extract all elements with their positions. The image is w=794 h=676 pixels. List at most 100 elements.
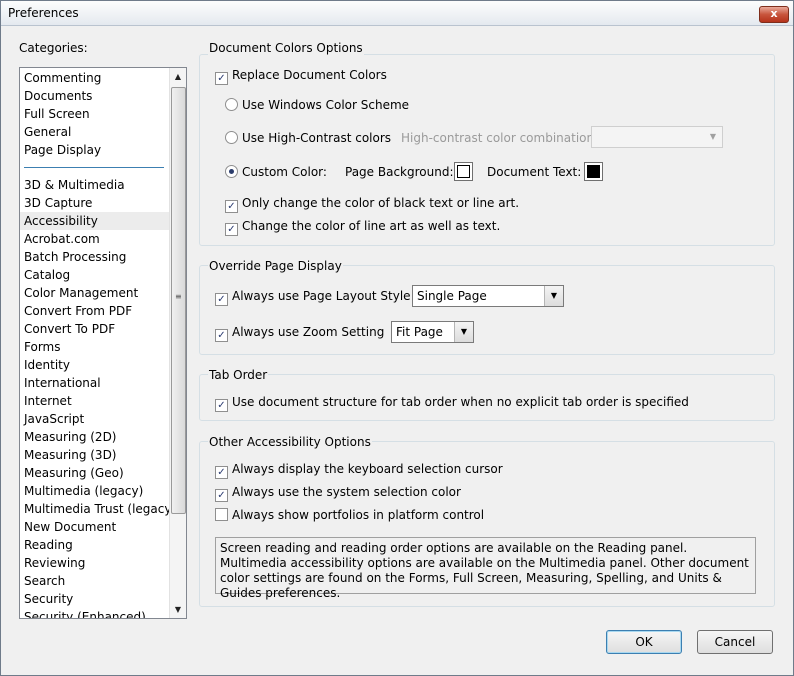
category-item[interactable]: Documents bbox=[20, 87, 170, 105]
ok-button[interactable]: OK bbox=[606, 630, 682, 654]
zoom-setting-value: Fit Page bbox=[396, 325, 443, 339]
zoom-setting-checkbox[interactable]: ✓ bbox=[215, 329, 228, 342]
category-item[interactable]: Convert To PDF bbox=[20, 320, 170, 338]
custom-color-radio[interactable] bbox=[225, 165, 238, 178]
category-item[interactable]: Acrobat.com bbox=[20, 230, 170, 248]
category-item[interactable]: Identity bbox=[20, 356, 170, 374]
category-item[interactable]: Security (Enhanced) bbox=[20, 608, 170, 618]
system-selection-checkbox[interactable]: ✓ bbox=[215, 489, 228, 502]
category-item[interactable]: Internet bbox=[20, 392, 170, 410]
chevron-down-icon: ▼ bbox=[454, 322, 473, 342]
system-selection-label: Always use the system selection color bbox=[232, 485, 461, 499]
category-item[interactable]: Forms bbox=[20, 338, 170, 356]
high-contrast-label: Use High-Contrast colors bbox=[242, 131, 392, 145]
category-item[interactable]: Multimedia (legacy) bbox=[20, 482, 170, 500]
category-item[interactable]: International bbox=[20, 374, 170, 392]
tab-structure-label: Use document structure for tab order whe… bbox=[232, 395, 689, 409]
category-item[interactable]: Measuring (2D) bbox=[20, 428, 170, 446]
portfolios-checkbox[interactable] bbox=[215, 508, 228, 521]
category-item[interactable]: Reviewing bbox=[20, 554, 170, 572]
category-item[interactable]: General bbox=[20, 123, 170, 141]
category-item[interactable]: Color Management bbox=[20, 284, 170, 302]
keyboard-cursor-checkbox[interactable]: ✓ bbox=[215, 466, 228, 479]
override-page-display-title: Override Page Display bbox=[208, 259, 343, 273]
page-layout-value: Single Page bbox=[417, 289, 487, 303]
portfolios-row[interactable]: Always show portfolios in platform contr… bbox=[215, 508, 484, 522]
windows-scheme-row[interactable]: Use Windows Color Scheme bbox=[225, 98, 409, 112]
page-layout-label: Always use Page Layout Style bbox=[232, 289, 411, 303]
category-item[interactable]: 3D Capture bbox=[20, 194, 170, 212]
category-item[interactable]: Page Display bbox=[20, 141, 170, 159]
windows-scheme-radio[interactable] bbox=[225, 98, 238, 111]
document-text-label: Document Text: bbox=[487, 165, 582, 179]
category-item[interactable]: Reading bbox=[20, 536, 170, 554]
zoom-setting-select[interactable]: Fit Page ▼ bbox=[391, 321, 474, 343]
chevron-down-icon: ▼ bbox=[544, 286, 563, 306]
categories-scrollbar[interactable]: ▲ ≡ ▼ bbox=[169, 68, 186, 618]
grip-icon: ≡ bbox=[175, 292, 182, 301]
replace-colors-checkbox[interactable]: ✓ bbox=[215, 72, 228, 85]
category-item[interactable]: JavaScript bbox=[20, 410, 170, 428]
category-separator bbox=[20, 159, 170, 176]
categories-list[interactable]: Commenting Documents Full Screen General Pag… bbox=[19, 67, 187, 619]
page-layout-row[interactable]: ✓ Always use Page Layout Style bbox=[215, 289, 411, 306]
category-item[interactable]: Search bbox=[20, 572, 170, 590]
category-item[interactable]: Accessibility bbox=[20, 212, 170, 230]
accessibility-note: Screen reading and reading order options… bbox=[215, 537, 756, 600]
category-item[interactable]: Security bbox=[20, 590, 170, 608]
only-black-text-row[interactable]: ✓ Only change the color of black text or … bbox=[225, 196, 519, 213]
category-item[interactable]: Batch Processing bbox=[20, 248, 170, 266]
windows-scheme-label: Use Windows Color Scheme bbox=[242, 98, 410, 112]
category-item[interactable]: Multimedia Trust (legacy) bbox=[20, 500, 170, 518]
scroll-up-arrow-icon[interactable]: ▲ bbox=[170, 68, 186, 85]
page-background-label: Page Background: bbox=[345, 165, 454, 179]
category-item[interactable]: Catalog bbox=[20, 266, 170, 284]
change-line-art-row[interactable]: ✓ Change the color of line art as well as… bbox=[225, 219, 500, 236]
tab-order-title: Tab Order bbox=[208, 368, 269, 382]
replace-colors-row[interactable]: ✓ Replace Document Colors bbox=[215, 68, 387, 85]
category-item[interactable]: 3D & Multimedia bbox=[20, 176, 170, 194]
page-background-swatch bbox=[457, 165, 470, 178]
only-black-text-checkbox[interactable]: ✓ bbox=[225, 200, 238, 213]
high-contrast-radio[interactable] bbox=[225, 131, 238, 144]
change-line-art-label: Change the color of line art as well as … bbox=[242, 219, 501, 233]
custom-color-row[interactable]: Custom Color: bbox=[225, 165, 327, 179]
categories-items: Commenting Documents Full Screen General Pag… bbox=[20, 68, 170, 618]
document-text-swatch bbox=[587, 165, 600, 178]
zoom-setting-row[interactable]: ✓ Always use Zoom Setting bbox=[215, 325, 384, 342]
tab-structure-checkbox[interactable]: ✓ bbox=[215, 399, 228, 412]
keyboard-cursor-label: Always display the keyboard selection cu… bbox=[232, 462, 503, 476]
scroll-down-arrow-icon[interactable]: ▼ bbox=[170, 601, 186, 618]
portfolios-label: Always show portfolios in platform contr… bbox=[232, 508, 485, 522]
category-item[interactable]: New Document bbox=[20, 518, 170, 536]
categories-label: Categories: bbox=[19, 41, 88, 55]
page-background-color-button[interactable] bbox=[454, 162, 473, 181]
high-contrast-row[interactable]: Use High-Contrast colors bbox=[225, 131, 391, 145]
keyboard-cursor-row[interactable]: ✓ Always display the keyboard selection c… bbox=[215, 462, 503, 479]
cancel-button[interactable]: Cancel bbox=[697, 630, 773, 654]
other-options-title: Other Accessibility Options bbox=[208, 435, 372, 449]
scroll-thumb[interactable]: ≡ bbox=[171, 87, 186, 514]
category-item[interactable]: Measuring (3D) bbox=[20, 446, 170, 464]
page-layout-select[interactable]: Single Page ▼ bbox=[412, 285, 564, 307]
custom-color-label: Custom Color: bbox=[242, 165, 327, 179]
window-title: Preferences bbox=[8, 6, 79, 20]
title-bar: Preferences x bbox=[1, 1, 793, 26]
tab-structure-row[interactable]: ✓ Use document structure for tab order wh… bbox=[215, 395, 689, 412]
document-colors-title: Document Colors Options bbox=[208, 41, 364, 55]
system-selection-row[interactable]: ✓ Always use the system selection color bbox=[215, 485, 461, 502]
category-item[interactable]: Commenting bbox=[20, 69, 170, 87]
zoom-setting-label: Always use Zoom Setting bbox=[232, 325, 385, 339]
category-item[interactable]: Measuring (Geo) bbox=[20, 464, 170, 482]
only-black-text-label: Only change the color of black text or l… bbox=[242, 196, 520, 210]
category-item[interactable]: Convert From PDF bbox=[20, 302, 170, 320]
high-contrast-combo[interactable]: ▼ bbox=[591, 126, 723, 148]
category-item[interactable]: Full Screen bbox=[20, 105, 170, 123]
page-layout-checkbox[interactable]: ✓ bbox=[215, 293, 228, 306]
chevron-down-icon: ▼ bbox=[704, 127, 722, 147]
close-button[interactable]: x bbox=[759, 6, 789, 23]
high-contrast-combo-label: High-contrast color combination: bbox=[401, 131, 599, 145]
replace-colors-label: Replace Document Colors bbox=[232, 68, 387, 82]
document-text-color-button[interactable] bbox=[584, 162, 603, 181]
change-line-art-checkbox[interactable]: ✓ bbox=[225, 223, 238, 236]
